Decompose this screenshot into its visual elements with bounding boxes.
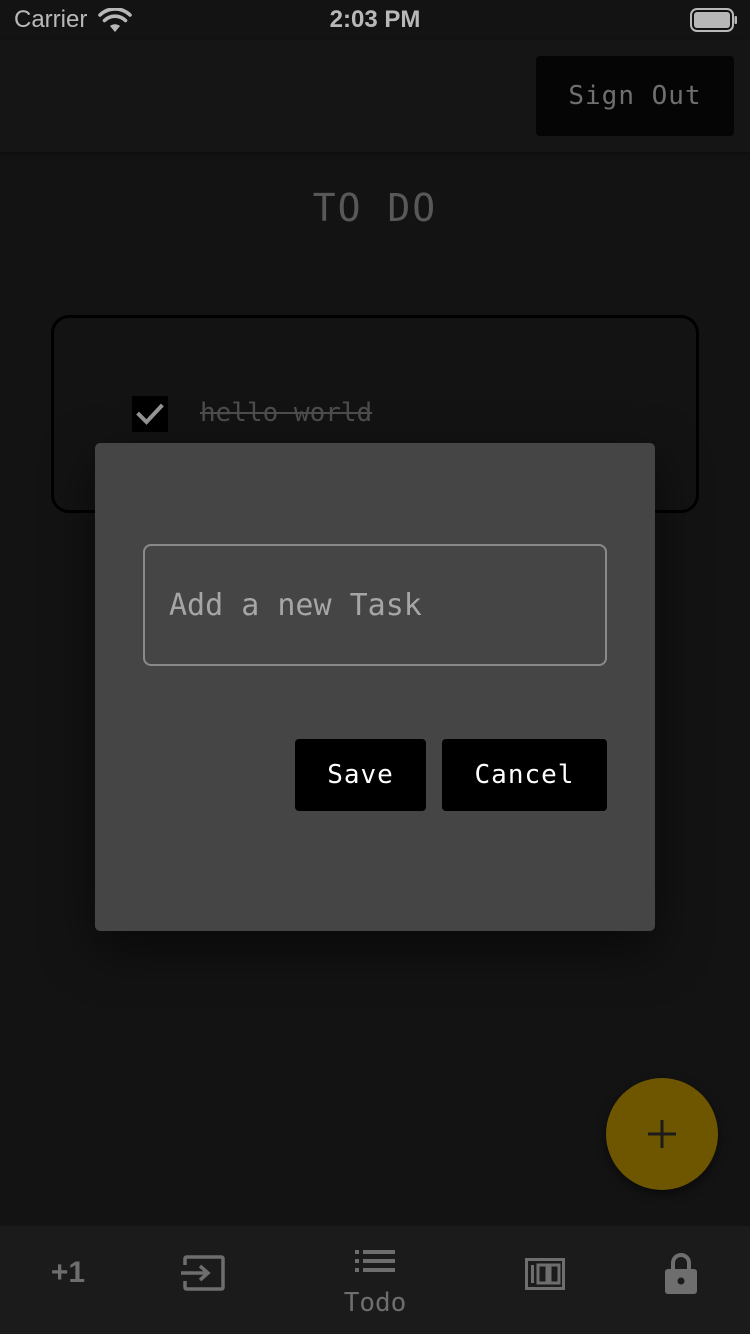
- tab-todo-label: Todo: [343, 1288, 407, 1318]
- bottom-tab-bar: +1 Todo: [0, 1226, 750, 1334]
- save-button[interactable]: Save: [295, 739, 426, 811]
- tab-hundred[interactable]: [480, 1226, 610, 1334]
- hundred-icon: [525, 1258, 565, 1290]
- plus-icon: [648, 1120, 676, 1148]
- lock-icon: [665, 1253, 697, 1294]
- tab-todo[interactable]: Todo: [310, 1226, 440, 1334]
- add-task-dialog: Save Cancel: [95, 443, 655, 931]
- tab-lock[interactable]: [616, 1226, 746, 1334]
- tab-plus-one[interactable]: +1: [3, 1226, 133, 1334]
- new-task-input[interactable]: [143, 544, 607, 666]
- input-icon: [181, 1255, 225, 1291]
- add-task-fab[interactable]: [606, 1078, 718, 1190]
- cancel-button[interactable]: Cancel: [442, 739, 607, 811]
- list-icon: [355, 1250, 395, 1272]
- tab-input[interactable]: [139, 1226, 269, 1334]
- plus-one-icon: +1: [50, 1256, 86, 1289]
